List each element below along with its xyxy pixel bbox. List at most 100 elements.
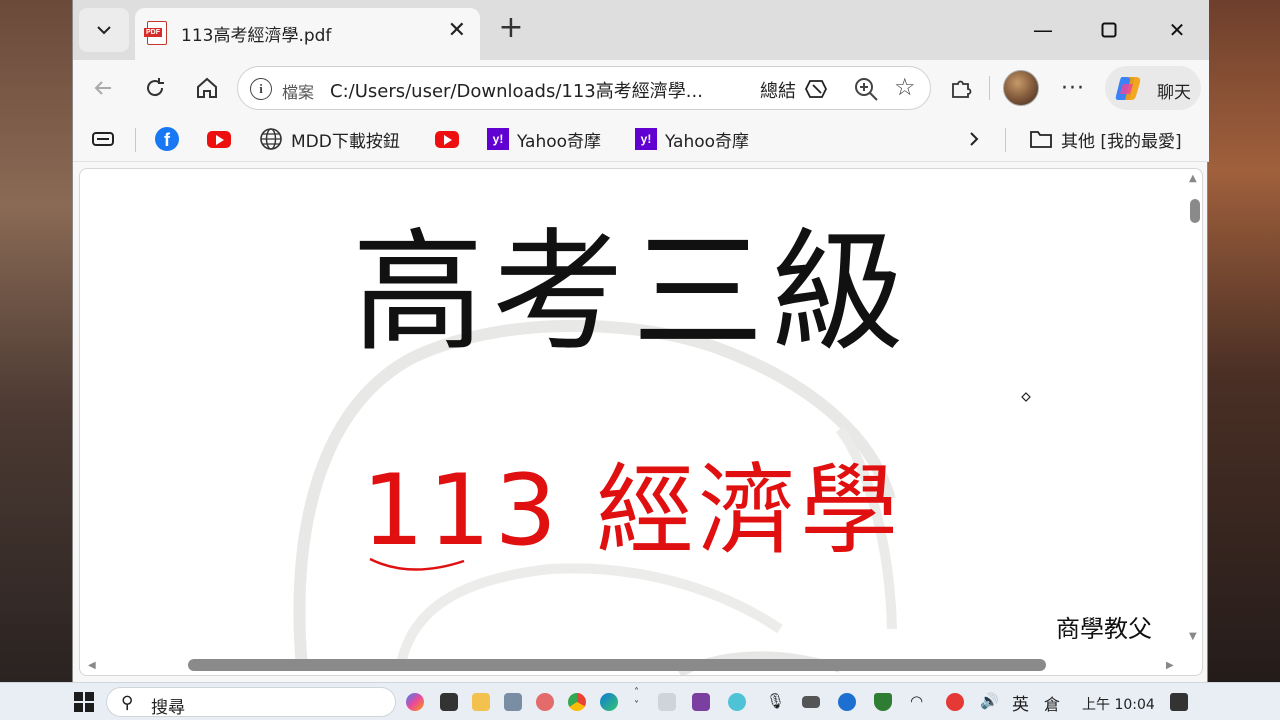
maximize-icon (1101, 22, 1117, 38)
bookmark-facebook[interactable]: f (155, 126, 179, 152)
pdf-icon: PDF (144, 21, 167, 45)
bookmarks-divider (135, 128, 136, 152)
security-shield-icon[interactable] (874, 693, 892, 711)
favorite-star-icon[interactable]: ☆ (894, 73, 916, 101)
facebook-icon: f (155, 127, 179, 151)
summarize-button[interactable]: 總結 (760, 77, 796, 103)
bookmark-yahoo-1[interactable]: y! Yahoo奇摩 (487, 126, 601, 152)
tab-actions-icon-button[interactable] (91, 126, 115, 152)
chevron-down-icon (97, 26, 111, 35)
bookmarks-divider (1005, 128, 1006, 152)
volume-icon[interactable]: 🔊 (980, 692, 999, 710)
search-icon: ⚲ (121, 693, 134, 713)
scroll-right-icon[interactable]: ▶ (1166, 660, 1174, 671)
folder-icon (1030, 131, 1052, 148)
scroll-down-icon[interactable]: ▼ (1189, 631, 1197, 642)
bookmark-mdd[interactable]: MDD下載按鈕 (259, 126, 400, 152)
close-window-button[interactable]: ✕ (1157, 12, 1197, 48)
new-tab-button[interactable]: + (493, 10, 529, 48)
ime-language[interactable]: 英 (1012, 690, 1029, 715)
browser-window: PDF 113高考經濟學.pdf ✕ + — ✕ i 檔案 C:/Users/u… (72, 0, 1209, 682)
profile-avatar[interactable] (1003, 70, 1039, 106)
vertical-scroll-thumb[interactable] (1190, 199, 1200, 223)
chat-tray-icon[interactable] (658, 693, 676, 711)
taskbar-search[interactable]: ⚲ 搜尋 (106, 687, 396, 718)
pdf-viewer[interactable]: 高考三級 113 經濟學 商學教父 ▲ ▼ ◀ ▶ (79, 168, 1203, 676)
home-button[interactable] (191, 72, 223, 104)
copilot-chat-button[interactable]: 聊天 (1105, 66, 1201, 110)
calculator-icon[interactable] (504, 693, 522, 711)
desktop-background-left (0, 0, 72, 682)
home-icon (197, 77, 217, 98)
scroll-left-icon[interactable]: ◀ (88, 660, 96, 671)
microphone-icon[interactable]: 🎙 (766, 692, 785, 710)
bookmark-label: Yahoo奇摩 (517, 131, 602, 152)
youtube-icon (435, 130, 459, 148)
wifi-icon[interactable]: ◠ (910, 692, 923, 710)
yahoo-icon: y! (635, 128, 657, 150)
onenote-tray-icon[interactable] (692, 693, 710, 711)
scroll-up-icon[interactable]: ▲ (1189, 173, 1197, 184)
document-title: 高考三級 (352, 216, 912, 370)
bookmark-youtube-1[interactable] (207, 126, 231, 152)
cloud-sync-icon[interactable] (838, 693, 856, 711)
pdf-icon-label: PDF (144, 28, 162, 37)
extensions-button[interactable] (945, 72, 977, 104)
yahoo-icon: y! (487, 128, 509, 150)
battery-icon[interactable] (802, 696, 820, 708)
snipping-tool-icon[interactable] (536, 693, 554, 711)
info-icon[interactable]: i (250, 78, 272, 100)
ellipsis-icon: ··· (1061, 75, 1085, 101)
more-bookmarks-button[interactable] (967, 126, 981, 152)
file-scheme-label: 檔案 (282, 83, 315, 102)
back-button[interactable] (87, 72, 119, 104)
copilot-chat-label: 聊天 (1157, 83, 1191, 103)
minimize-button[interactable]: — (1023, 12, 1063, 48)
search-label: 搜尋 (151, 698, 185, 718)
more-options-button[interactable]: ··· (1057, 72, 1089, 104)
bookmark-label: Yahoo奇摩 (665, 131, 750, 152)
app-tray-icon[interactable] (728, 693, 746, 711)
chevron-right-icon (970, 132, 979, 146)
toolbar-divider (989, 76, 990, 100)
bookmark-youtube-2[interactable] (435, 126, 459, 152)
tab-actions-button[interactable] (79, 8, 129, 52)
refresh-icon (147, 78, 164, 97)
bookmarks-bar: f MDD下載按鈕 y! Yahoo奇摩 y! Yahoo奇摩 其他 [我的最愛… (73, 116, 1209, 162)
bookmark-yahoo-2[interactable]: y! Yahoo奇摩 (635, 126, 749, 152)
tab-bar: PDF 113高考經濟學.pdf ✕ + — ✕ (73, 0, 1209, 60)
globe-icon (260, 128, 282, 150)
tab-pdf[interactable]: PDF 113高考經濟學.pdf ✕ (135, 8, 480, 60)
youtube-icon (207, 130, 231, 148)
terminal-app-icon[interactable] (440, 693, 458, 711)
windows-start-icon[interactable] (74, 692, 94, 712)
vertical-scrollbar[interactable]: ▲ ▼ (1184, 169, 1202, 659)
chrome-icon[interactable] (568, 693, 586, 711)
zoom-in-icon[interactable] (852, 75, 880, 103)
puzzle-icon (952, 80, 972, 98)
edge-icon[interactable] (600, 693, 618, 711)
clock[interactable]: 上午 10:04 (1082, 694, 1155, 714)
horizontal-scroll-thumb[interactable] (188, 659, 1046, 671)
file-explorer-icon[interactable] (472, 693, 490, 711)
bookmark-label: MDD下載按鈕 (291, 131, 400, 152)
close-tab-icon[interactable]: ✕ (448, 18, 466, 43)
back-arrow-icon (94, 81, 111, 95)
tab-actions-icon (92, 132, 114, 146)
navigation-toolbar: i 檔案 C:/Users/user/Downloads/113高考經濟學...… (73, 60, 1209, 116)
refresh-button[interactable] (139, 72, 171, 104)
copilot-app-icon[interactable] (406, 693, 424, 711)
notifications-icon[interactable] (1170, 693, 1188, 711)
tab-title: 113高考經濟學.pdf (181, 26, 332, 46)
url-text[interactable]: C:/Users/user/Downloads/113高考經濟學... (330, 77, 703, 103)
copilot-summary-icon[interactable] (804, 77, 830, 101)
address-bar[interactable]: i 檔案 C:/Users/user/Downloads/113高考經濟學...… (237, 66, 931, 110)
windows-taskbar: ⚲ 搜尋 ˄ ˅ 🎙 ◠ 🔊 英 倉 上午 10:04 (0, 682, 1280, 720)
show-hidden-icons[interactable]: ˄ ˅ (634, 686, 639, 712)
document-subtitle: 113 經濟學 (361, 454, 903, 568)
other-favorites-folder[interactable]: 其他 [我的最愛] (1029, 126, 1182, 152)
maximize-button[interactable] (1089, 12, 1129, 48)
desktop-background-right (1208, 0, 1280, 682)
mega-tray-icon[interactable] (946, 693, 964, 711)
ime-mode[interactable]: 倉 (1044, 691, 1060, 715)
